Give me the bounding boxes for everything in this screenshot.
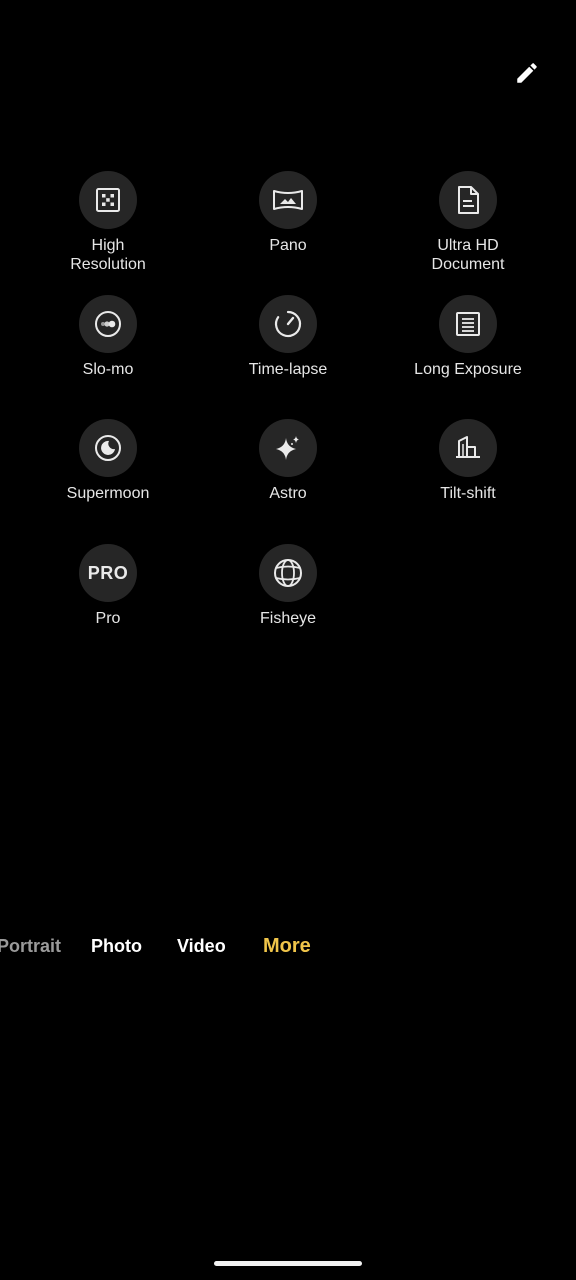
- mode-label: Slo-mo: [82, 361, 134, 378]
- home-indicator[interactable]: [214, 1261, 362, 1266]
- astro-icon: [259, 419, 317, 477]
- mode-high-resolution[interactable]: High Resolution: [33, 171, 183, 274]
- mode-label: Fisheye: [259, 610, 317, 627]
- mode-label: Tilt-shift: [440, 485, 496, 502]
- pro-icon: PRO: [79, 544, 137, 602]
- mode-label: Pano: [269, 237, 307, 254]
- mode-label: Pro: [95, 610, 121, 627]
- mode-label: High Resolution: [70, 237, 146, 273]
- mode-pano[interactable]: Pano: [213, 171, 363, 255]
- tab-video[interactable]: Video: [177, 936, 226, 957]
- supermoon-icon: [79, 419, 137, 477]
- pano-icon: [259, 171, 317, 229]
- mode-label: Astro: [269, 485, 307, 502]
- tilt-shift-icon: [439, 419, 497, 477]
- mode-label: Ultra HD Document: [431, 237, 505, 273]
- mode-label: Time-lapse: [248, 361, 328, 378]
- mode-astro[interactable]: Astro: [213, 419, 363, 503]
- mode-ultra-hd-document[interactable]: Ultra HD Document: [393, 171, 543, 274]
- mode-supermoon[interactable]: Supermoon: [33, 419, 183, 503]
- mode-label: Long Exposure: [414, 361, 522, 378]
- mode-time-lapse[interactable]: Time-lapse: [213, 295, 363, 379]
- edit-button[interactable]: [508, 56, 546, 94]
- tab-portrait[interactable]: Portrait: [0, 936, 61, 957]
- document-icon: [439, 171, 497, 229]
- high-resolution-icon: [79, 171, 137, 229]
- pencil-icon: [514, 60, 540, 91]
- fisheye-icon: [259, 544, 317, 602]
- mode-slo-mo[interactable]: Slo-mo: [33, 295, 183, 379]
- mode-pro[interactable]: PRO Pro: [33, 544, 183, 628]
- time-lapse-icon: [259, 295, 317, 353]
- mode-fisheye[interactable]: Fisheye: [213, 544, 363, 628]
- mode-tilt-shift[interactable]: Tilt-shift: [393, 419, 543, 503]
- pro-icon-text: PRO: [87, 562, 129, 583]
- tab-more[interactable]: More: [263, 935, 311, 958]
- tab-photo[interactable]: Photo: [91, 936, 142, 957]
- mode-long-exposure[interactable]: Long Exposure: [393, 295, 543, 379]
- long-exposure-icon: [439, 295, 497, 353]
- mode-label: Supermoon: [66, 485, 150, 502]
- camera-mode-bar: Portrait Photo Video More: [0, 930, 576, 964]
- slo-mo-icon: [79, 295, 137, 353]
